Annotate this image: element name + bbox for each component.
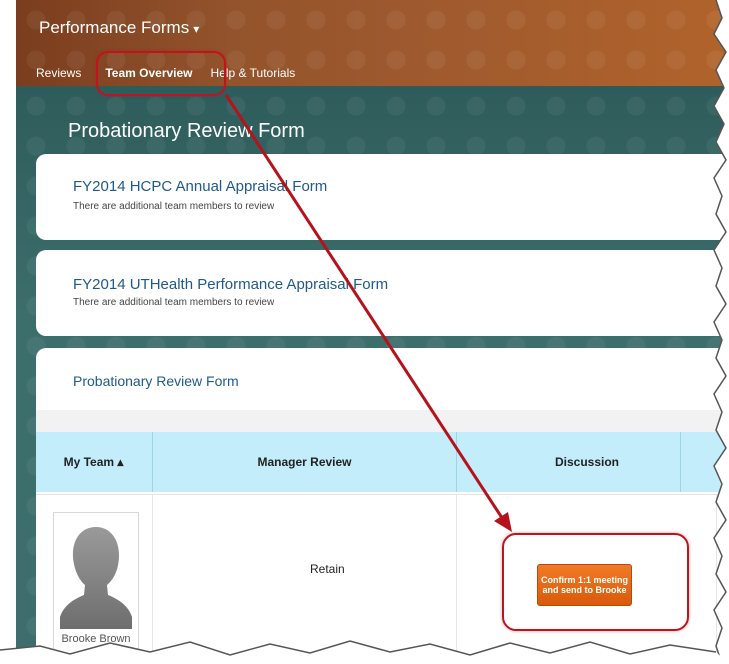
torn-edge-border [0,0,729,664]
screenshot-frame: Performance Forms ▾ Reviews Team Overview… [0,0,729,664]
